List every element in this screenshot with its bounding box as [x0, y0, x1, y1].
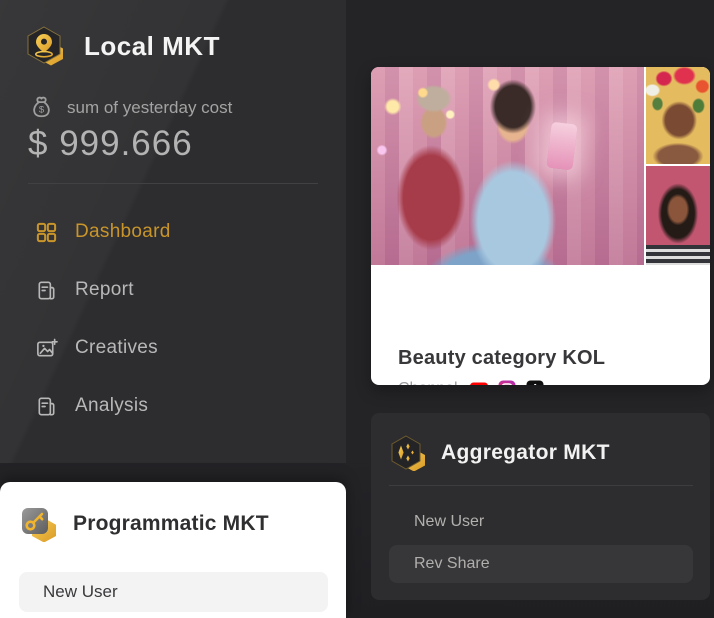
- channel-label: Channel: [398, 380, 458, 385]
- aggregator-item-new-user[interactable]: New User: [414, 513, 484, 531]
- report-file-icon: [35, 279, 58, 302]
- programmatic-item-new-user[interactable]: New User: [19, 572, 328, 612]
- aggregator-title: Aggregator MKT: [441, 441, 610, 465]
- aggregator-mkt-card: Aggregator MKT New User Rev Share: [371, 413, 710, 600]
- striped-top-shape: [646, 245, 710, 265]
- key-hexagon-icon: [20, 506, 60, 542]
- app-title: Local MKT: [84, 31, 220, 62]
- hexagon-sparkles-icon: [389, 435, 429, 471]
- sidebar-brand: Local MKT: [25, 26, 220, 66]
- aggregator-divider: [389, 485, 693, 486]
- aggregator-brand: Aggregator MKT: [389, 435, 610, 471]
- sidebar-divider: [28, 183, 318, 184]
- sidebar: Local MKT $ sum of yesterday cost $ 999.…: [0, 0, 346, 463]
- sidebar-item-label: Analysis: [75, 395, 148, 417]
- sidebar-item-label: Report: [75, 279, 134, 301]
- sidebar-item-report[interactable]: Report: [0, 275, 134, 305]
- sidebar-item-creatives[interactable]: Creatives: [0, 333, 158, 363]
- grid-icon: [35, 221, 58, 244]
- list-item-label: New User: [43, 582, 118, 602]
- analysis-file-icon: [35, 395, 58, 418]
- app-root: Local MKT $ sum of yesterday cost $ 999.…: [0, 0, 714, 618]
- programmatic-mkt-card: Programmatic MKT New User: [0, 482, 346, 618]
- kol-card-title: Beauty category KOL: [398, 347, 605, 370]
- channel-row: Channel: [398, 380, 544, 385]
- kol-photo-collage: [371, 67, 710, 265]
- sidebar-item-analysis[interactable]: Analysis: [0, 391, 148, 421]
- kol-campaign-card[interactable]: Beauty category KOL Channel: [371, 67, 710, 385]
- yesterday-cost-value: $ 999.666: [28, 124, 193, 164]
- selfie-phone-shape: [546, 122, 577, 171]
- hexagon-location-pin-icon: [25, 26, 69, 66]
- money-bag-icon: $: [28, 94, 55, 121]
- svg-text:$: $: [39, 104, 45, 115]
- kol-photo-main: [371, 67, 644, 265]
- sidebar-item-label: Creatives: [75, 337, 158, 359]
- list-item-label: Rev Share: [414, 555, 490, 573]
- kol-photo-bottom-right: [646, 166, 710, 265]
- image-plus-icon: [35, 337, 58, 360]
- sidebar-item-label: Dashboard: [75, 221, 171, 243]
- tiktok-icon: [526, 380, 544, 385]
- aggregator-item-rev-share[interactable]: Rev Share: [389, 545, 693, 583]
- youtube-icon: [470, 380, 488, 385]
- sidebar-item-dashboard[interactable]: Dashboard: [0, 217, 171, 247]
- yesterday-cost-stat: $ sum of yesterday cost: [28, 94, 232, 121]
- programmatic-title: Programmatic MKT: [73, 512, 269, 536]
- programmatic-brand: Programmatic MKT: [20, 506, 269, 542]
- kol-photo-top-right: [646, 67, 710, 164]
- instagram-icon: [498, 380, 516, 385]
- yesterday-cost-label: sum of yesterday cost: [67, 98, 232, 118]
